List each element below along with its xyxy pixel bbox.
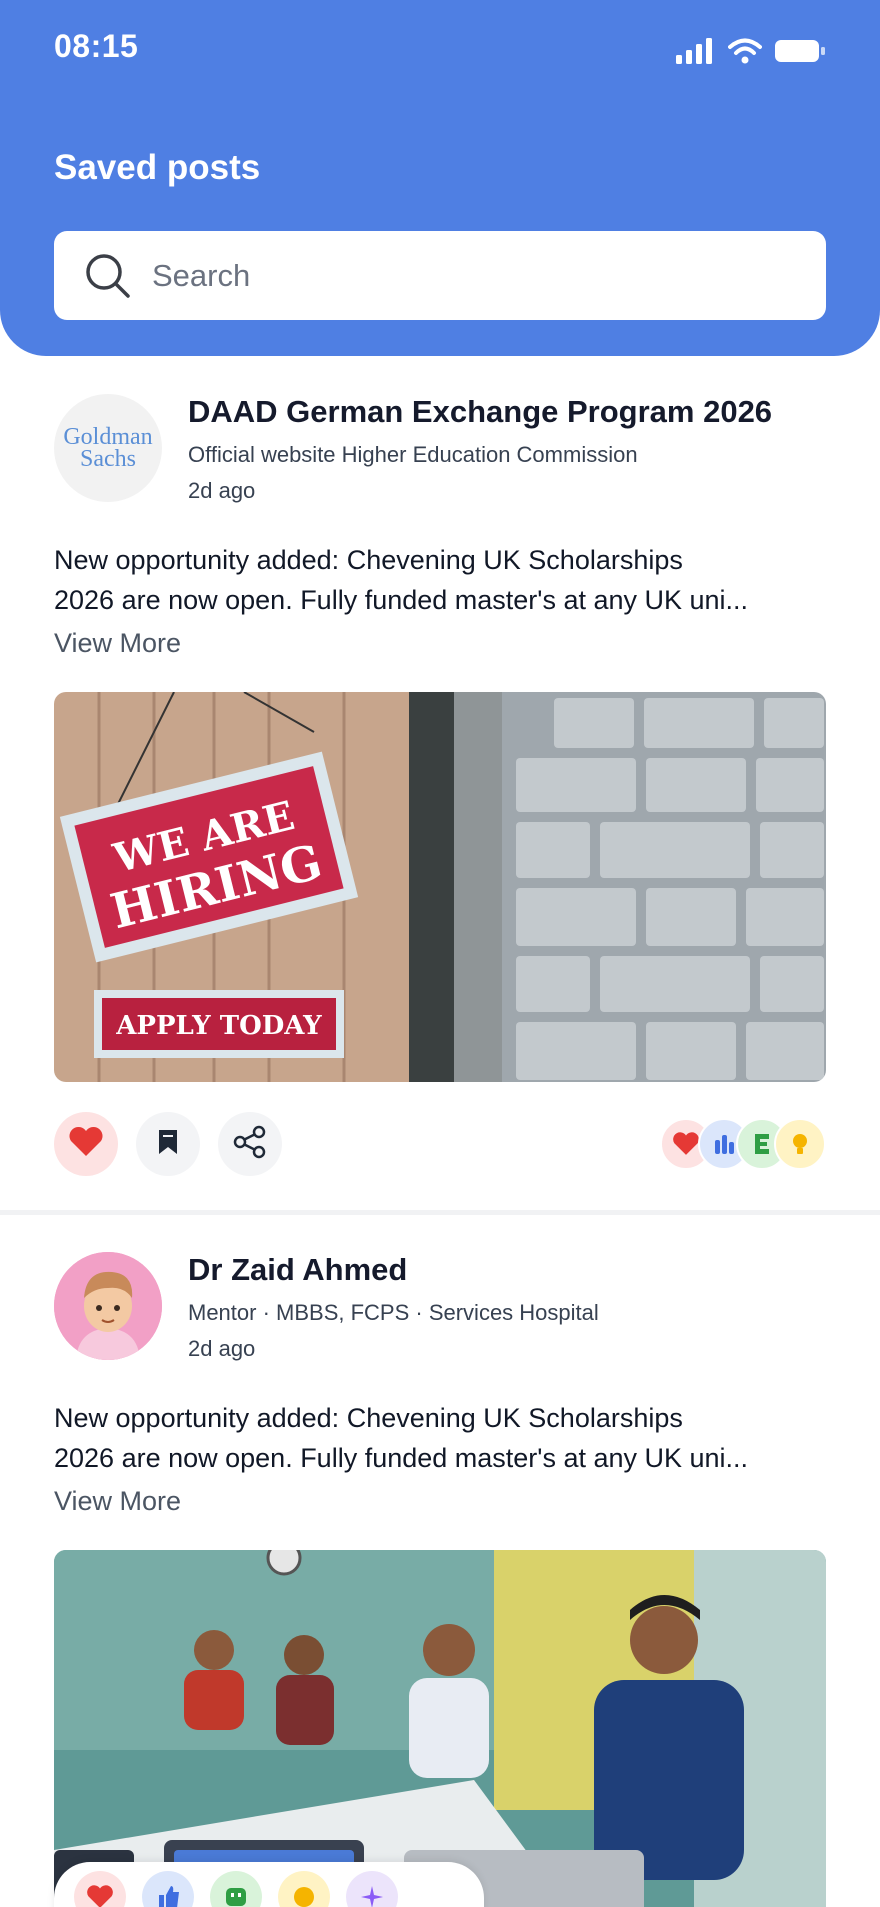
post-image[interactable] — [54, 1550, 826, 1907]
bookmark-icon — [156, 1128, 180, 1161]
post-body: New opportunity added: Chevening UK Scho… — [54, 540, 834, 620]
post-body-line: 2026 are now open. Fully funded master's… — [54, 585, 749, 615]
post-actions — [54, 1112, 282, 1176]
wifi-icon — [728, 38, 762, 69]
post-subtitle: Official website Higher Education Commis… — [188, 442, 638, 467]
post-body-line: New opportunity added: Chevening UK Scho… — [54, 545, 683, 575]
post-author[interactable]: Dr Zaid Ahmed — [188, 1252, 407, 1288]
avatar[interactable] — [54, 1252, 162, 1360]
post-card: Dr Zaid Ahmed Mentor · MBBS, FCPS · Serv… — [0, 1214, 880, 1907]
idea-reaction-icon — [774, 1118, 826, 1170]
search-icon — [84, 252, 132, 300]
search-bar[interactable] — [54, 231, 826, 320]
post-body-line: New opportunity added: Chevening UK Scho… — [54, 1403, 683, 1433]
page-title: Saved posts — [54, 148, 261, 187]
thumbs-up-reaction-button[interactable] — [142, 1871, 194, 1907]
status-icons — [676, 38, 826, 69]
coin-reaction-button[interactable] — [278, 1871, 330, 1907]
heart-icon — [68, 1126, 104, 1163]
post-body: New opportunity added: Chevening UK Scho… — [54, 1398, 834, 1478]
post-author[interactable]: DAAD German Exchange Program 2026 — [188, 394, 772, 430]
sparkle-reaction-button[interactable] — [346, 1871, 398, 1907]
avatar-logo-line: Sachs — [80, 446, 136, 472]
view-more-link[interactable]: View More — [54, 1486, 181, 1517]
post-body-line: 2026 are now open. Fully funded master's… — [54, 1443, 749, 1473]
search-input[interactable] — [152, 257, 792, 294]
post-timestamp: 2d ago — [188, 478, 256, 503]
post-card: Goldman Sachs DAAD German Exchange Progr… — [0, 356, 880, 1214]
post-image[interactable]: WE ARE HIRING APPLY TODAY — [54, 692, 826, 1082]
view-more-link[interactable]: View More — [54, 628, 181, 659]
smile-reaction-button[interactable] — [210, 1871, 262, 1907]
avatar-logo-line: Goldman — [63, 424, 153, 450]
heart-reaction-button[interactable] — [74, 1871, 126, 1907]
post-timestamp: 2d ago — [188, 1336, 256, 1361]
sign-text: APPLY TODAY — [115, 1011, 322, 1041]
battery-icon — [774, 38, 826, 69]
reactions-summary[interactable] — [660, 1118, 826, 1170]
like-button[interactable] — [54, 1112, 118, 1176]
status-time: 08:15 — [54, 28, 139, 64]
signal-icon — [676, 38, 716, 69]
reaction-picker — [54, 1862, 484, 1907]
avatar[interactable]: Goldman Sachs — [54, 394, 162, 502]
bookmark-button[interactable] — [136, 1112, 200, 1176]
header: 08:15 Saved posts — [0, 0, 880, 356]
share-button[interactable] — [218, 1112, 282, 1176]
share-icon — [233, 1125, 267, 1164]
post-subtitle: Mentor · MBBS, FCPS · Services Hospital — [188, 1300, 599, 1325]
